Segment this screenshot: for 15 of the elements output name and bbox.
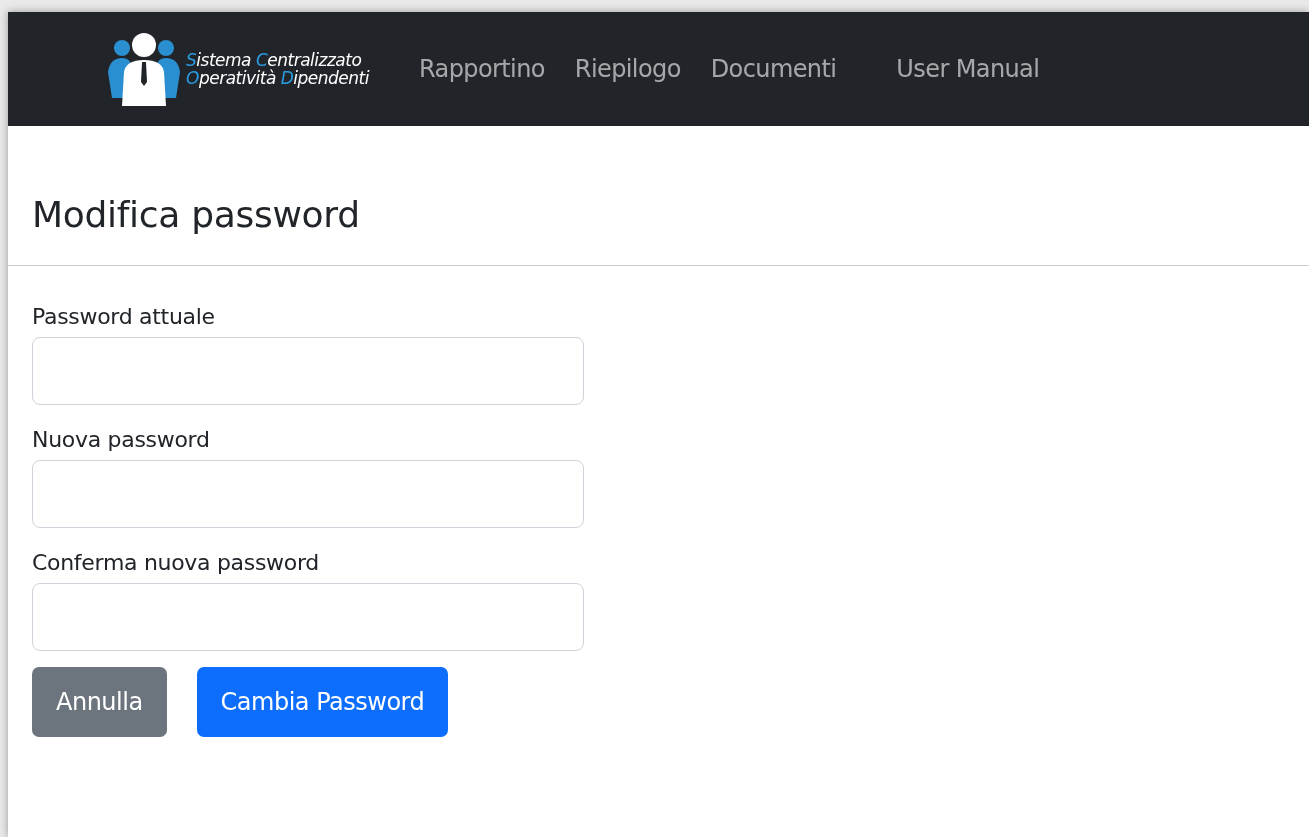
field-label: Nuova password: [32, 427, 211, 452]
submit-button[interactable]: Cambia Password: [196, 667, 449, 737]
field-label: Conferma nuova password: [32, 550, 320, 575]
nav-link[interactable]: Rapportino: [419, 55, 545, 83]
logo-text: Sistema Centralizzato Operatività Dipendenti: [186, 51, 369, 87]
password-field[interactable]: [32, 583, 584, 651]
nav-link[interactable]: Riepilogo: [574, 55, 681, 83]
people-icon: [108, 32, 180, 106]
field-label: Password attuale: [32, 304, 216, 329]
password-field[interactable]: [32, 337, 584, 405]
password-field[interactable]: [32, 460, 584, 528]
nav-link[interactable]: Documenti: [710, 55, 837, 83]
cancel-button[interactable]: Annulla: [32, 667, 167, 737]
page-title: Modifica password: [32, 193, 361, 237]
nav-link[interactable]: User Manual: [896, 55, 1040, 83]
